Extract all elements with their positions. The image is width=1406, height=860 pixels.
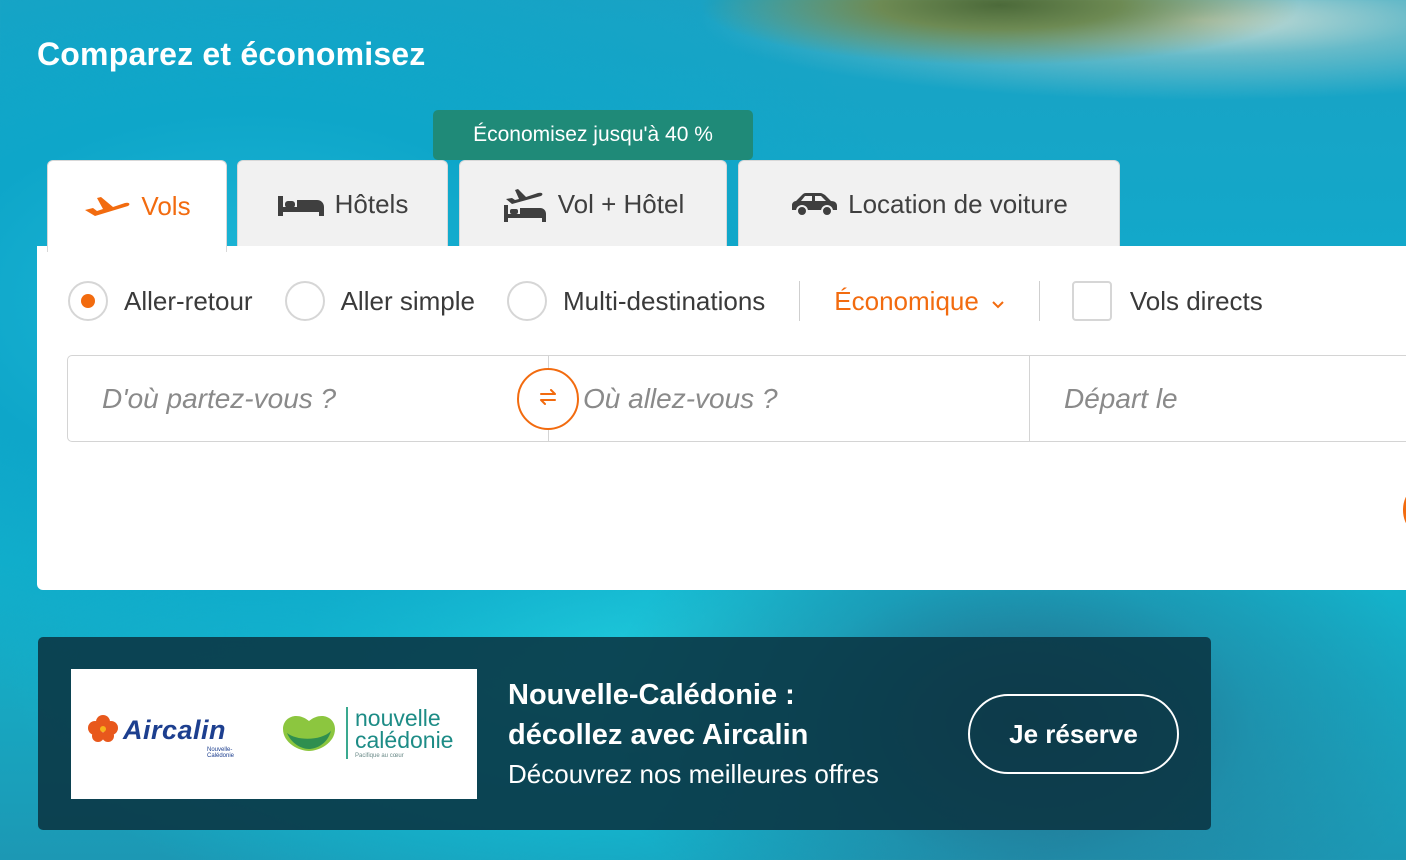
radio-multi-city[interactable] — [506, 281, 547, 321]
tab-hotels-label: Hôtels — [334, 189, 409, 219]
tab-flight-hotel-label: Vol + Hôtel — [557, 189, 685, 219]
tab-car-rental-label: Location de voiture — [848, 189, 1068, 219]
divider — [799, 281, 801, 321]
nc-line1: nouvelle — [355, 705, 441, 731]
cabin-class-dropdown[interactable]: Économique — [834, 286, 1005, 317]
tab-car-rental[interactable]: Location de voiture — [738, 160, 1120, 248]
nc-heart-icon — [277, 707, 341, 760]
aircalin-subtext: Nouvelle-Calédonie — [207, 747, 235, 759]
aircalin-wordmark: Aircalin — [123, 715, 227, 745]
tab-hotels[interactable]: Hôtels — [237, 160, 448, 248]
destination-input[interactable]: Où allez-vous ? — [548, 356, 1029, 441]
banner-subtitle: Découvrez nos meilleures offres — [508, 759, 879, 789]
car-icon — [790, 192, 838, 218]
trip-type-label: Aller-retour — [124, 285, 253, 316]
bed-icon — [277, 193, 325, 217]
origin-input[interactable]: D'où partez-vous ? — [68, 356, 548, 441]
cabin-class-value: Économique — [834, 285, 979, 316]
trip-type-label: Multi-destinations — [562, 285, 766, 316]
tab-flights-label: Vols — [141, 191, 191, 221]
hibiscus-icon — [87, 713, 119, 748]
promo-banner: Aircalin Nouvelle-Calédonie nouvelle cal… — [38, 637, 1211, 830]
search-fields: D'où partez-vous ? Où allez-vous ? Dépar… — [67, 355, 1406, 442]
aircalin-logo: Aircalin Nouvelle-Calédonie — [87, 713, 234, 759]
savings-tooltip: Économisez jusqu'à 40 % — [433, 110, 753, 169]
nc-wordmark: nouvelle calédonie — [355, 705, 454, 753]
chevron-down-icon — [991, 286, 1005, 317]
trip-type-one-way[interactable]: Aller simple — [284, 281, 475, 321]
partner-logos: Aircalin Nouvelle-Calédonie nouvelle cal… — [71, 669, 477, 799]
trip-type-label: Aller simple — [340, 285, 475, 316]
nc-line2: calédonie — [355, 727, 454, 753]
radio-round-trip[interactable] — [68, 281, 108, 321]
divider — [1038, 281, 1040, 321]
swap-button[interactable] — [517, 368, 579, 430]
trip-options-row: Aller-retour Aller simple Multi-destinat… — [68, 279, 1263, 323]
swap-arrows-icon — [537, 388, 559, 410]
plane-bed-icon — [502, 187, 548, 223]
trip-type-round-trip[interactable]: Aller-retour — [68, 281, 253, 321]
trip-type-multi-city[interactable]: Multi-destinations — [506, 281, 766, 321]
plane-icon — [83, 194, 131, 220]
page-headline: Comparez et économisez — [37, 36, 426, 72]
tab-flights[interactable]: Vols — [47, 160, 227, 252]
direct-flights-checkbox[interactable] — [1071, 281, 1112, 321]
direct-flights-option[interactable]: Vols directs — [1071, 281, 1263, 321]
nc-divider — [346, 707, 348, 759]
banner-title: Nouvelle-Calédonie : décollez avec Airca… — [508, 675, 928, 755]
nc-tagline: Pacifique au cœur — [355, 753, 404, 759]
flight-search-panel: Aller-retour Aller simple Multi-destinat… — [37, 246, 1406, 590]
radio-one-way[interactable] — [284, 281, 325, 321]
direct-flights-label: Vols directs — [1129, 285, 1263, 316]
reserve-button[interactable]: Je réserve — [968, 694, 1179, 774]
tab-flight-hotel[interactable]: Vol + Hôtel — [459, 160, 727, 248]
banner-title-line1: Nouvelle-Calédonie : — [508, 679, 795, 711]
banner-title-line2: décollez avec Aircalin — [508, 719, 809, 751]
departure-date-input[interactable]: Départ le — [1029, 356, 1406, 441]
